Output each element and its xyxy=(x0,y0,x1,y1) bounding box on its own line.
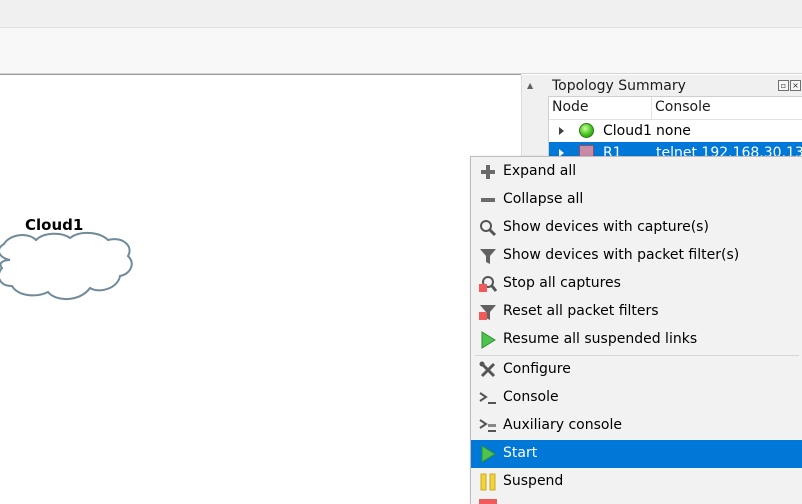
plus-icon xyxy=(481,165,495,179)
close-dock-icon[interactable]: × xyxy=(790,80,801,91)
node-console: none xyxy=(656,123,691,139)
tree-header: Node Console xyxy=(549,97,802,120)
column-divider xyxy=(651,97,652,119)
menu-item-resume-suspended-links[interactable]: Resume all suspended links xyxy=(471,326,802,354)
start-icon xyxy=(481,445,496,463)
menu-item-show-captures[interactable]: Show devices with capture(s) xyxy=(471,214,802,242)
wrench-screwdriver-icon xyxy=(479,361,496,378)
menu-item-stop-all-captures[interactable]: Stop all captures xyxy=(471,270,802,298)
menu-item-reset-packet-filters[interactable]: Reset all packet filters xyxy=(471,298,802,326)
console-icon xyxy=(479,392,496,404)
title-bar xyxy=(0,0,802,28)
minus-icon xyxy=(481,198,495,202)
play-icon xyxy=(481,331,496,349)
aux-console-icon xyxy=(479,419,496,432)
funnel-icon xyxy=(480,249,496,264)
float-dock-icon[interactable]: ▫ xyxy=(778,80,789,91)
menu-item-suspend[interactable]: Suspend xyxy=(471,468,802,496)
tree-row-cloud1[interactable]: Cloud1 none xyxy=(549,120,802,142)
funnel-stop-icon xyxy=(479,305,496,320)
expand-arrow-icon[interactable] xyxy=(559,127,564,135)
magnifier-icon xyxy=(480,220,497,237)
green-status-icon xyxy=(579,123,594,138)
menu-item-configure[interactable]: Configure xyxy=(471,356,802,384)
menu-item-console[interactable]: Console xyxy=(471,384,802,412)
dock-title: Topology Summary xyxy=(552,78,686,94)
menu-item-collapse-all[interactable]: Collapse all xyxy=(471,186,802,214)
node-column-header[interactable]: Node xyxy=(552,99,589,115)
toolbar xyxy=(0,28,802,74)
console-column-header[interactable]: Console xyxy=(655,99,711,115)
stop-icon xyxy=(479,499,497,504)
menu-item-expand-all[interactable]: Expand all xyxy=(471,158,802,186)
node-name: Cloud1 xyxy=(603,123,652,139)
scroll-up-arrow-icon[interactable]: ▲ xyxy=(527,81,533,90)
menu-item-start[interactable]: Start xyxy=(471,440,802,468)
magnifier-stop-icon xyxy=(479,276,497,292)
cloud-node-icon[interactable] xyxy=(0,230,140,305)
menu-item-auxiliary-console[interactable]: Auxiliary console xyxy=(471,412,802,440)
context-menu: Expand all Collapse all Show devices wit… xyxy=(470,156,802,504)
menu-item-show-packet-filters[interactable]: Show devices with packet filter(s) xyxy=(471,242,802,270)
pause-icon xyxy=(480,473,496,491)
